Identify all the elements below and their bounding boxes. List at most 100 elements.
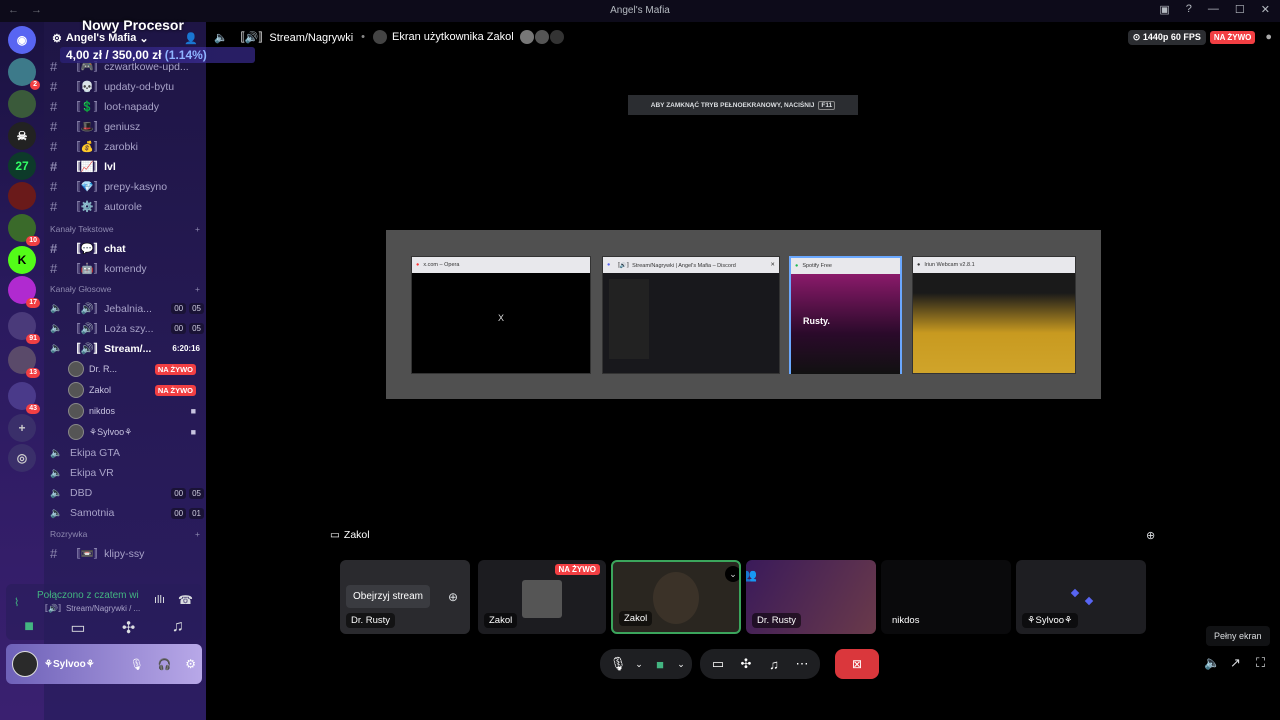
add-channel-icon[interactable]: + bbox=[195, 224, 200, 234]
server-folder-icon[interactable]: 43 bbox=[8, 382, 40, 414]
camera-icon[interactable]: ■ bbox=[646, 650, 674, 678]
activities-icon[interactable]: ✣ bbox=[122, 618, 135, 638]
voice-status-channel[interactable]: 〚🔊〛Stream/Nagrywki / ... bbox=[40, 603, 148, 614]
text-channel[interactable]: # 〚💀〛updaty-od-bytu bbox=[50, 76, 204, 96]
fullscreen-icon[interactable]: ⛶ bbox=[1256, 655, 1265, 671]
chevron-down-icon[interactable]: ⌄ bbox=[632, 650, 646, 678]
participant-tile[interactable]: Obejrzyj stream ⊕ Dr. Rusty bbox=[340, 560, 470, 634]
inbox-icon[interactable]: ▣ bbox=[1159, 3, 1169, 16]
camera-icon[interactable]: ■ bbox=[24, 618, 34, 638]
add-server-icon[interactable]: + bbox=[8, 414, 36, 442]
disconnect-icon[interactable]: ☎ bbox=[178, 593, 193, 607]
avatar bbox=[68, 382, 84, 398]
settings-icon[interactable]: ⚙ bbox=[185, 657, 196, 671]
popout-icon[interactable]: ↗ bbox=[1230, 655, 1241, 671]
maximize-button[interactable]: ☐ bbox=[1235, 3, 1245, 16]
category-text[interactable]: Kanały Tekstowe + bbox=[50, 224, 200, 234]
voice-user[interactable]: nikdos ■ bbox=[68, 401, 200, 421]
text-channel[interactable]: # 〚⚙️〛autorole bbox=[50, 196, 204, 216]
volume-icon[interactable]: 🔈 bbox=[1204, 655, 1220, 671]
window-thumbnail[interactable]: ● x.com – Opera X bbox=[411, 256, 591, 374]
user-limit: 00 01 bbox=[168, 507, 204, 519]
add-channel-icon[interactable]: + bbox=[195, 529, 200, 539]
server-icon[interactable]: 27 bbox=[8, 152, 36, 180]
discord-home-icon[interactable]: ◉ bbox=[8, 26, 36, 54]
text-channel[interactable]: # 〚💲〛loot-napady bbox=[50, 96, 204, 116]
soundboard-icon[interactable]: ♫ bbox=[172, 618, 184, 638]
text-channel[interactable]: # 〚📈〛lvl bbox=[50, 156, 204, 176]
voice-channel[interactable]: 🔈 DBD 00 05 bbox=[50, 483, 204, 503]
kick-server-icon[interactable]: K bbox=[8, 246, 36, 274]
window-thumbnail[interactable]: ● 〚🔊〛Stream/Nagrywki | Angel's Mafia – Di… bbox=[602, 256, 780, 374]
server-icon[interactable]: 10 bbox=[8, 214, 40, 246]
voice-user[interactable]: ⚘Sylvoo⚘ ■ bbox=[68, 422, 200, 442]
voice-channel[interactable]: 🔈 〚🔊〛Loża szy... 00 05 bbox=[50, 318, 204, 338]
avatar[interactable] bbox=[12, 651, 38, 677]
limit-count: 00 bbox=[171, 303, 187, 314]
chevron-down-icon[interactable]: ⌄ bbox=[674, 650, 688, 678]
voice-channel[interactable]: 🔈 〚🔊〛Jebalnia... 00 05 bbox=[50, 298, 204, 318]
voice-user[interactable]: Dr. R... NA ŻYWO bbox=[68, 359, 200, 379]
loading-dots bbox=[1070, 588, 1080, 598]
watch-stream-button[interactable]: Obejrzyj stream bbox=[346, 585, 431, 608]
soundboard-icon[interactable]: ♫ bbox=[760, 650, 788, 678]
voice-channel[interactable]: 🔈 Ekipa GTA bbox=[50, 443, 204, 463]
more-icon[interactable]: ⋯ bbox=[788, 650, 816, 678]
screen-share-icon[interactable]: ▭ bbox=[704, 650, 732, 678]
close-button[interactable]: ✕ bbox=[1261, 3, 1270, 16]
user-name[interactable]: ⚘Sylvoo⚘ bbox=[44, 659, 95, 670]
live-badge: NA ŻYWO bbox=[154, 384, 196, 396]
server-icon[interactable]: 2 bbox=[8, 58, 40, 90]
zoom-icon[interactable]: ⊕ bbox=[1146, 529, 1155, 542]
voice-channel[interactable]: 🔈 Samotnia 00 01 bbox=[50, 503, 204, 523]
category-voice[interactable]: Kanały Głosowe + bbox=[50, 284, 200, 294]
minimize-button[interactable]: — bbox=[1208, 3, 1219, 16]
text-channel[interactable]: # 〚🤖〛komendy bbox=[50, 258, 204, 278]
participant-tile[interactable]: ⚘Sylvoo⚘ bbox=[1016, 560, 1146, 634]
user-limit: 00 05 bbox=[168, 487, 204, 499]
participant-tile[interactable]: 👥 Dr. Rusty bbox=[746, 560, 876, 634]
text-channel[interactable]: # 〚💬〛chat bbox=[50, 238, 204, 258]
voice-status-title[interactable]: Połączono z czatem wi bbox=[37, 590, 147, 601]
participant-tile[interactable]: NA ŻYWO Zakol bbox=[478, 560, 606, 634]
voice-user[interactable]: Zakol NA ŻYWO bbox=[68, 380, 200, 400]
add-people-icon[interactable]: 👥 bbox=[746, 568, 757, 582]
screen-share-icon[interactable]: ▭ bbox=[70, 618, 85, 638]
server-folder-icon[interactable]: 91 bbox=[8, 312, 40, 344]
category-fun[interactable]: Rozrywka + bbox=[50, 529, 200, 539]
add-channel-icon[interactable]: + bbox=[195, 284, 200, 294]
mic-icon[interactable]: 🎙 bbox=[604, 650, 632, 678]
help-icon[interactable]: ? bbox=[1186, 3, 1192, 16]
camera-icon: ■ bbox=[190, 406, 196, 416]
speaker-icon: 🔈 bbox=[50, 342, 63, 354]
participant-tile[interactable]: nikdos bbox=[881, 560, 1011, 634]
server-icon[interactable] bbox=[8, 90, 36, 118]
text-channel[interactable]: # 〚💰〛zarobki bbox=[50, 136, 204, 156]
server-icon[interactable]: 17 bbox=[8, 276, 40, 308]
server-skull-icon[interactable]: ☠ bbox=[8, 122, 36, 150]
noise-suppression-icon[interactable]: ıllı bbox=[154, 594, 165, 606]
hashtag-icon: # bbox=[50, 260, 58, 276]
voice-channel[interactable]: 🔈 Ekipa VR bbox=[50, 463, 204, 483]
text-channel[interactable]: # 〚🎩〛geniusz bbox=[50, 116, 204, 136]
chat-bubble-icon[interactable]: ● bbox=[1265, 31, 1272, 43]
stop-stream-button[interactable]: ⊠ bbox=[835, 649, 879, 679]
text-channel[interactable]: # 〚📼〛klipy-ssy bbox=[50, 543, 204, 563]
window-thumbnail[interactable]: ● Iriun Webcam v2.8.1 bbox=[912, 256, 1076, 374]
voice-channel-stream[interactable]: 🔈 〚🔊〛Stream/... 6:20:16 bbox=[50, 338, 204, 358]
activities-icon[interactable]: ✣ bbox=[732, 650, 760, 678]
channel-label: Ekipa VR bbox=[70, 467, 114, 479]
window-thumbnail-selected[interactable]: ● Spotify Free Rusty. bbox=[789, 256, 902, 374]
hashtag-icon: # bbox=[50, 240, 58, 256]
chevron-down-icon[interactable]: ⌄ bbox=[725, 566, 739, 582]
server-icon[interactable] bbox=[8, 182, 36, 210]
popout-icon[interactable]: ⊕ bbox=[448, 590, 458, 604]
participant-tile-speaking[interactable]: ⌄ Zakol bbox=[611, 560, 741, 634]
text-channel[interactable]: # 〚💎〛prepy-kasyno bbox=[50, 176, 204, 196]
viewer-avatars[interactable] bbox=[519, 30, 564, 44]
speaker-icon: 🔈 bbox=[50, 507, 63, 519]
headset-icon[interactable]: 🎧 bbox=[158, 658, 172, 671]
mic-icon[interactable]: 🎙 bbox=[130, 658, 144, 671]
server-folder-icon[interactable]: 13 bbox=[8, 346, 40, 378]
explore-icon[interactable]: ◎ bbox=[8, 444, 36, 472]
